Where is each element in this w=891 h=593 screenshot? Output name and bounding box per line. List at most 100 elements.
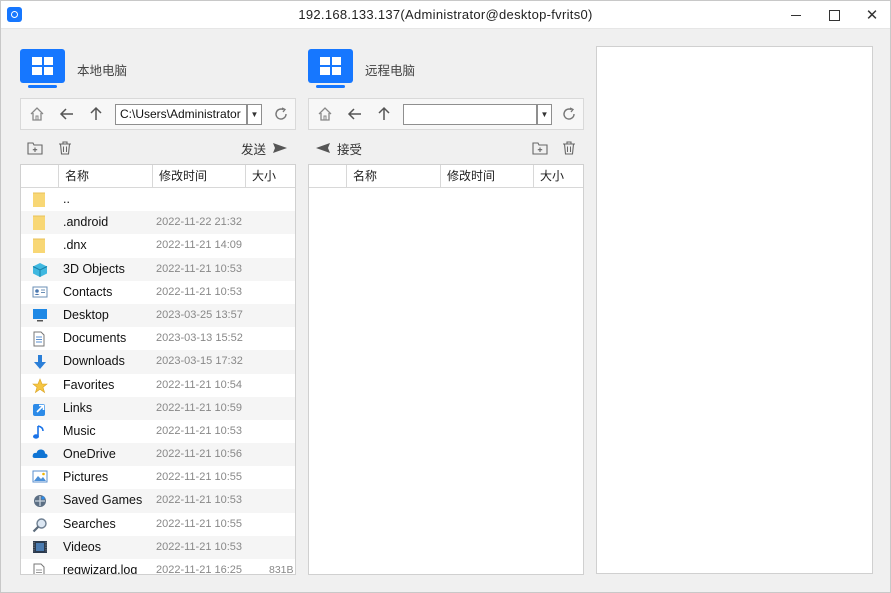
local-col-modified[interactable]: 修改时间: [153, 165, 246, 187]
close-icon: ✕: [865, 7, 879, 24]
minimize-icon: [791, 14, 801, 16]
file-modified-date: 2022-11-21 10:53: [156, 424, 243, 437]
receive-label: 接受: [337, 142, 363, 157]
pictures-icon: [32, 470, 48, 485]
searches-icon: [32, 517, 48, 532]
file-modified-date: 2022-11-21 10:54: [156, 378, 243, 391]
file-row[interactable]: Downloads 2023-03-15 17:32: [21, 350, 295, 374]
file-row[interactable]: Links 2022-11-21 10:59: [21, 396, 295, 420]
dropdown-arrow-icon: ▼: [540, 110, 549, 119]
local-file-list[interactable]: 名称 修改时间 大小 .. .android 2022-11-22 21:32 .dn…: [20, 164, 296, 575]
file-icon: [32, 563, 48, 574]
remote-path-dropdown[interactable]: ▼: [537, 104, 552, 125]
remote-list-header: 名称 修改时间 大小: [309, 165, 583, 188]
favorites-icon: [32, 377, 48, 393]
minimize-button[interactable]: [777, 1, 815, 29]
file-row[interactable]: Pictures 2022-11-21 10:55: [21, 466, 295, 489]
remote-up-button[interactable]: [370, 100, 398, 128]
file-name: regwizard.log: [63, 563, 138, 575]
file-name: Music: [63, 423, 96, 438]
file-row[interactable]: .android 2022-11-22 21:32: [21, 211, 295, 235]
file-modified-date: 2022-11-21 10:53: [156, 494, 243, 507]
close-button[interactable]: ✕: [853, 1, 891, 29]
file-row[interactable]: .dnx 2022-11-21 14:09: [21, 234, 295, 257]
downloads-icon: [32, 354, 48, 370]
local-path-input[interactable]: C:\Users\Administrator: [115, 104, 247, 125]
local-col-size[interactable]: 大小: [246, 165, 295, 187]
file-row[interactable]: Desktop 2023-03-25 13:57: [21, 303, 295, 328]
maximize-icon: [828, 9, 840, 21]
local-home-button[interactable]: [23, 100, 51, 128]
local-new-folder-button[interactable]: [26, 139, 44, 157]
remote-panel-header: 远程电脑: [308, 49, 415, 89]
local-computer-icon: [20, 49, 65, 89]
file-row[interactable]: Contacts 2022-11-21 10:53: [21, 281, 295, 304]
file-name: .android: [63, 215, 109, 230]
file-row[interactable]: OneDrive 2022-11-21 10:56: [21, 443, 295, 467]
file-row[interactable]: Searches 2022-11-21 10:55: [21, 513, 295, 536]
file-row[interactable]: Videos 2022-11-21 10:53: [21, 535, 295, 559]
remote-home-button[interactable]: [311, 100, 339, 128]
file-name: Desktop: [63, 307, 109, 322]
file-modified-date: 2022-11-22 21:32: [156, 216, 243, 229]
receive-arrow-icon: [316, 143, 330, 153]
receive-button[interactable]: 接受: [315, 137, 362, 159]
remote-col-name[interactable]: 名称: [347, 165, 441, 187]
file-modified-date: 2022-11-21 10:55: [156, 517, 243, 530]
remote-new-folder-button[interactable]: [531, 139, 549, 157]
remote-refresh-button[interactable]: [556, 101, 582, 127]
file-modified-date: 2022-11-21 10:56: [156, 448, 243, 461]
back-arrow-icon: [59, 108, 73, 120]
remote-panel-label: 远程电脑: [365, 63, 416, 78]
file-modified-date: 2022-11-21 10:53: [156, 285, 243, 298]
remote-path-input[interactable]: [403, 104, 537, 125]
file-modified-date: 2022-11-21 10:53: [156, 540, 243, 553]
refresh-icon: [275, 107, 287, 120]
local-up-button[interactable]: [82, 100, 110, 128]
dropdown-arrow-icon: ▼: [250, 110, 259, 119]
file-row[interactable]: 3D Objects 2022-11-21 10:53: [21, 257, 295, 281]
file-modified-date: 2022-11-21 14:09: [156, 239, 243, 252]
remote-preview-pane[interactable]: [596, 46, 873, 574]
file-row[interactable]: Music 2022-11-21 10:53: [21, 420, 295, 443]
local-panel-header: 本地电脑: [20, 49, 127, 89]
up-arrow-icon: [378, 106, 390, 120]
file-name: Links: [63, 400, 93, 415]
local-refresh-button[interactable]: [268, 101, 294, 127]
file-modified-date: 2022-11-21 16:25: [156, 564, 243, 575]
new-folder-icon: [532, 142, 548, 155]
local-list-header: 名称 修改时间 大小: [21, 165, 295, 188]
remote-file-list[interactable]: 名称 修改时间 大小: [308, 164, 584, 575]
send-button[interactable]: 发送: [241, 137, 288, 159]
local-back-button[interactable]: [53, 100, 81, 128]
home-icon: [30, 107, 44, 121]
folder-icon: [32, 238, 48, 254]
trash-icon: [59, 141, 71, 155]
file-size: 831B: [269, 564, 294, 575]
3d-objects-icon: [32, 262, 48, 277]
file-row[interactable]: Saved Games 2022-11-21 10:53: [21, 489, 295, 513]
file-name: Documents: [63, 331, 127, 346]
file-name: Pictures: [63, 470, 109, 485]
remote-delete-button[interactable]: [560, 139, 578, 157]
title-bar[interactable]: 192.168.133.137(Administrator@desktop-fv…: [1, 1, 890, 29]
file-row[interactable]: Favorites 2022-11-21 10:54: [21, 374, 295, 397]
home-icon: [318, 107, 332, 121]
local-delete-button[interactable]: [56, 139, 74, 157]
remote-back-button[interactable]: [341, 100, 369, 128]
remote-col-icon: [309, 165, 347, 187]
file-row[interactable]: ..: [21, 188, 295, 211]
remote-col-modified[interactable]: 修改时间: [441, 165, 534, 187]
local-col-name[interactable]: 名称: [59, 165, 153, 187]
file-row[interactable]: regwizard.log 2022-11-21 16:25 831B: [21, 559, 295, 575]
file-row[interactable]: Documents 2023-03-13 15:52: [21, 327, 295, 350]
local-path-dropdown[interactable]: ▼: [247, 104, 262, 125]
maximize-button[interactable]: [815, 1, 853, 29]
file-modified-date: 2023-03-15 17:32: [156, 355, 243, 368]
file-name: Saved Games: [63, 493, 143, 508]
music-icon: [32, 424, 48, 439]
remote-nav-bar: ▼: [308, 98, 584, 130]
remote-col-size[interactable]: 大小: [534, 165, 583, 187]
file-name: Videos: [63, 539, 101, 554]
file-modified-date: 2023-03-25 13:57: [156, 308, 243, 321]
